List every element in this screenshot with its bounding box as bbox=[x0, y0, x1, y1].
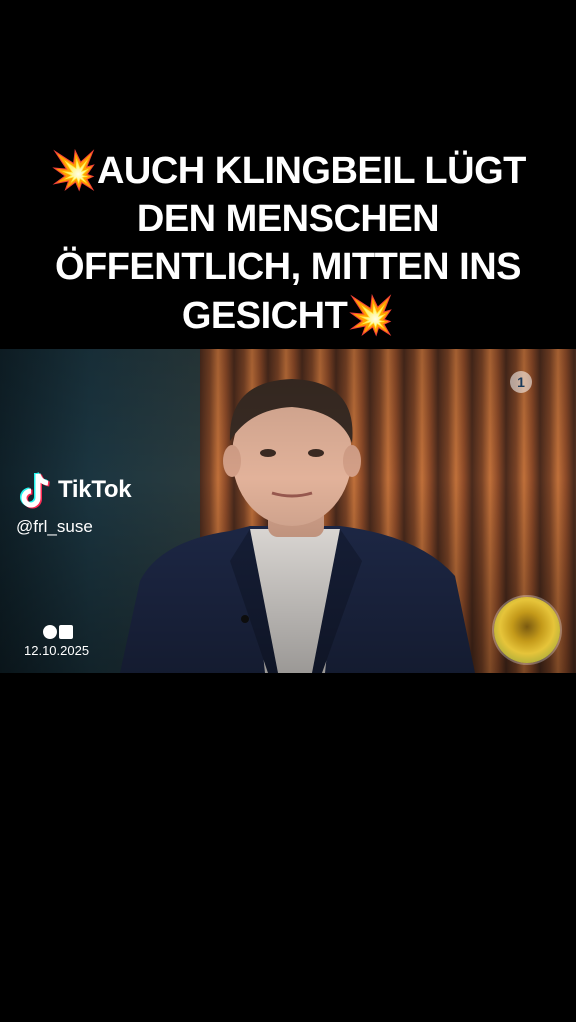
sunflower-avatar[interactable] bbox=[494, 597, 560, 663]
video-frame[interactable]: 1 bbox=[0, 349, 576, 673]
caption-line-2: DEN MENSCHEN bbox=[136, 198, 440, 240]
tiktok-note-icon bbox=[20, 472, 50, 509]
tiktok-wordmark: TikTok bbox=[58, 476, 132, 503]
tiktok-watermark: TikTok bbox=[18, 470, 132, 510]
caption-line-4: GESICHT💥 bbox=[181, 293, 395, 337]
broadcast-date: 12.10.2025 bbox=[24, 643, 90, 658]
explosion-emoji-icon: 💥 bbox=[347, 293, 395, 337]
zdf-style-logo-icon bbox=[43, 625, 73, 639]
ard-logo-icon: 1 bbox=[510, 371, 532, 393]
explosion-emoji-icon: 💥 bbox=[50, 148, 97, 192]
creator-handle[interactable]: @frl_suse bbox=[16, 517, 93, 537]
caption-line-3: ÖFFENTLICH, MITTEN INS bbox=[54, 246, 522, 288]
video-caption: 💥AUCH KLINGBEIL LÜGT DEN MENSCHEN ÖFFENT… bbox=[0, 146, 576, 340]
caption-line-1: 💥AUCH KLINGBEIL LÜGT bbox=[50, 148, 526, 192]
video-vignette bbox=[0, 349, 576, 673]
